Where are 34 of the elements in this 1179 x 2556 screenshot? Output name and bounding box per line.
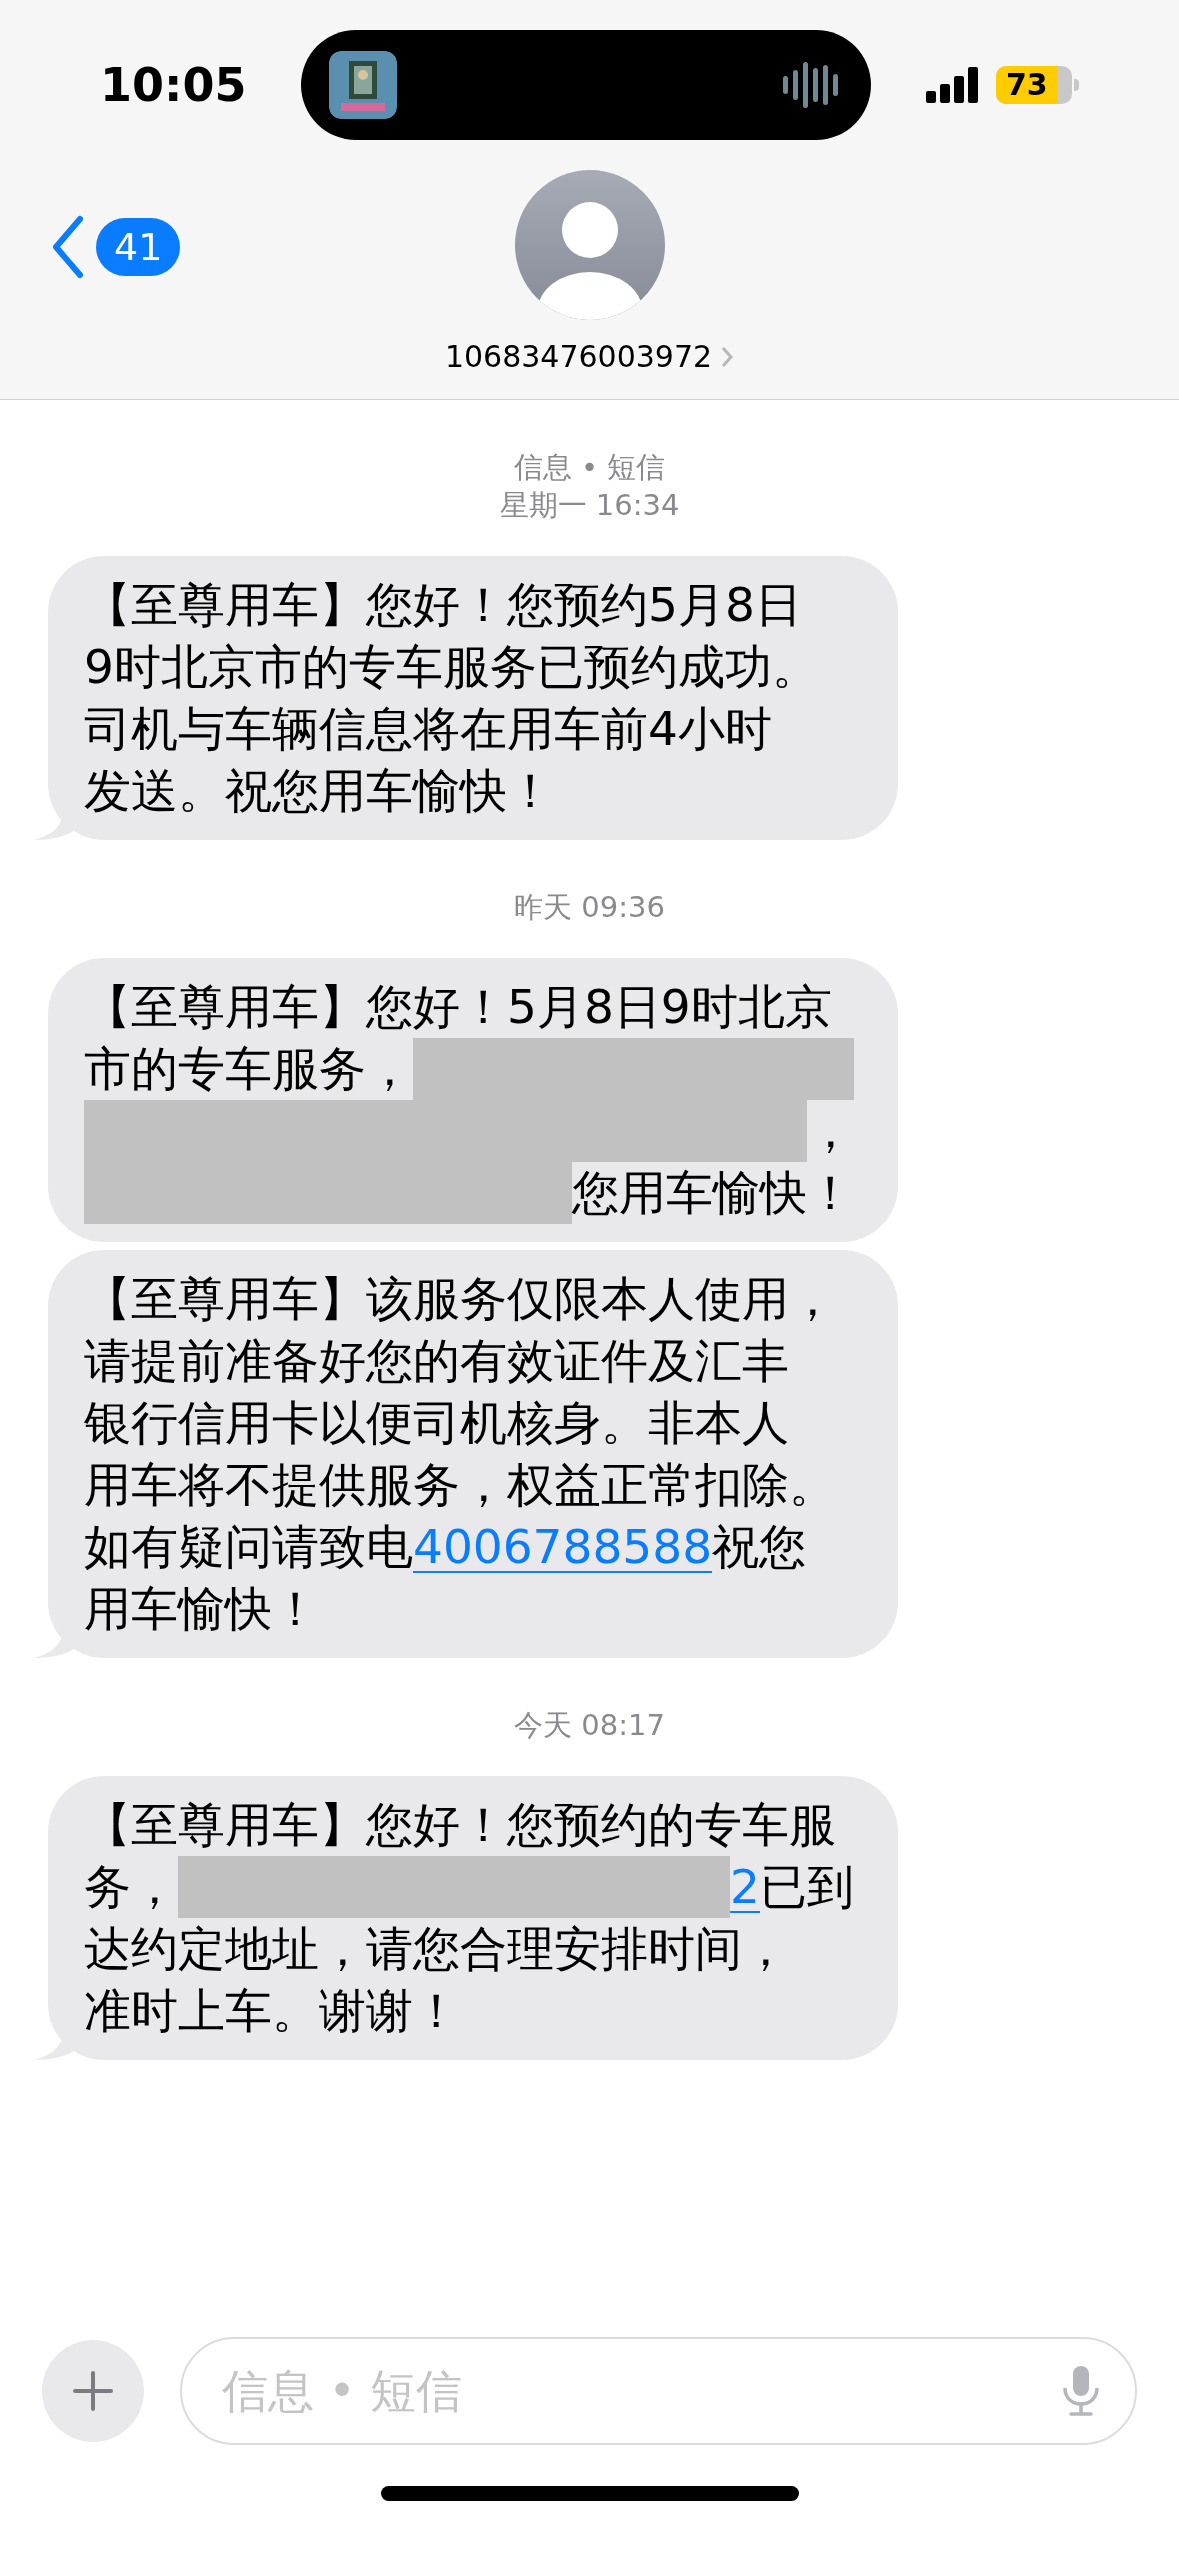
contact-name[interactable]: 10683476003972 <box>444 334 735 379</box>
timestamp: 今天 08:17 <box>514 1707 665 1744</box>
link[interactable]: 2 <box>730 1856 760 1918</box>
message-text: 银行信用卡以便司机核身。非本人 <box>84 1394 789 1452</box>
message-text: 准时上车。谢谢！ <box>84 1982 460 2040</box>
message-text: 【至尊用车】该服务仅限本人使用， <box>84 1270 836 1328</box>
message-text: 9时北京市的专车服务已预约成功。 <box>84 638 819 696</box>
back-chevron-icon <box>50 215 86 279</box>
message-text: 已到 <box>760 1858 854 1916</box>
message-text: 【至尊用车】您好！5月8日9时北京 <box>84 978 832 1036</box>
message-text: 用车将不提供服务，权益正常扣除。 <box>84 1456 836 1514</box>
message-text: 市的专车服务， <box>84 1040 413 1098</box>
message-text: 您用车愉快！ <box>572 1164 854 1222</box>
message-text: 【至尊用车】您好！您预约的专车服 <box>84 1796 836 1854</box>
message-text: 司机与车辆信息将在用车前4小时 <box>84 700 772 758</box>
link[interactable]: 4006788588 <box>413 1516 713 1578</box>
message-text: 如有疑问请致电 <box>84 1518 413 1576</box>
timestamp: 星期一 16:34 <box>499 487 680 524</box>
message-text: 发送。祝您用车愉快！ <box>84 762 554 820</box>
message-text: 请提前准备好您的有效证件及汇丰 <box>84 1332 789 1390</box>
signal-icon <box>926 67 980 103</box>
status-time: 10:05 <box>100 56 247 114</box>
message-text: 【至尊用车】您好！您预约5月8日 <box>84 576 802 634</box>
plus-icon <box>72 2370 114 2412</box>
message-text: 祝您 <box>712 1518 807 1576</box>
timestamp: 昨天 09:36 <box>514 889 665 926</box>
message-text: 用车愉快！ <box>84 1580 319 1638</box>
chevron-right-icon <box>720 344 735 369</box>
timestamp: 信息 • 短信 <box>513 449 666 486</box>
message-text: 务， <box>84 1858 178 1916</box>
battery-indicator: 73 <box>996 66 1079 104</box>
message-text: ， <box>807 1102 854 1160</box>
message-input[interactable]: 信息 • 短信 <box>180 2337 1137 2445</box>
message-text: 达约定地址，请您合理安排时间， <box>84 1920 789 1978</box>
